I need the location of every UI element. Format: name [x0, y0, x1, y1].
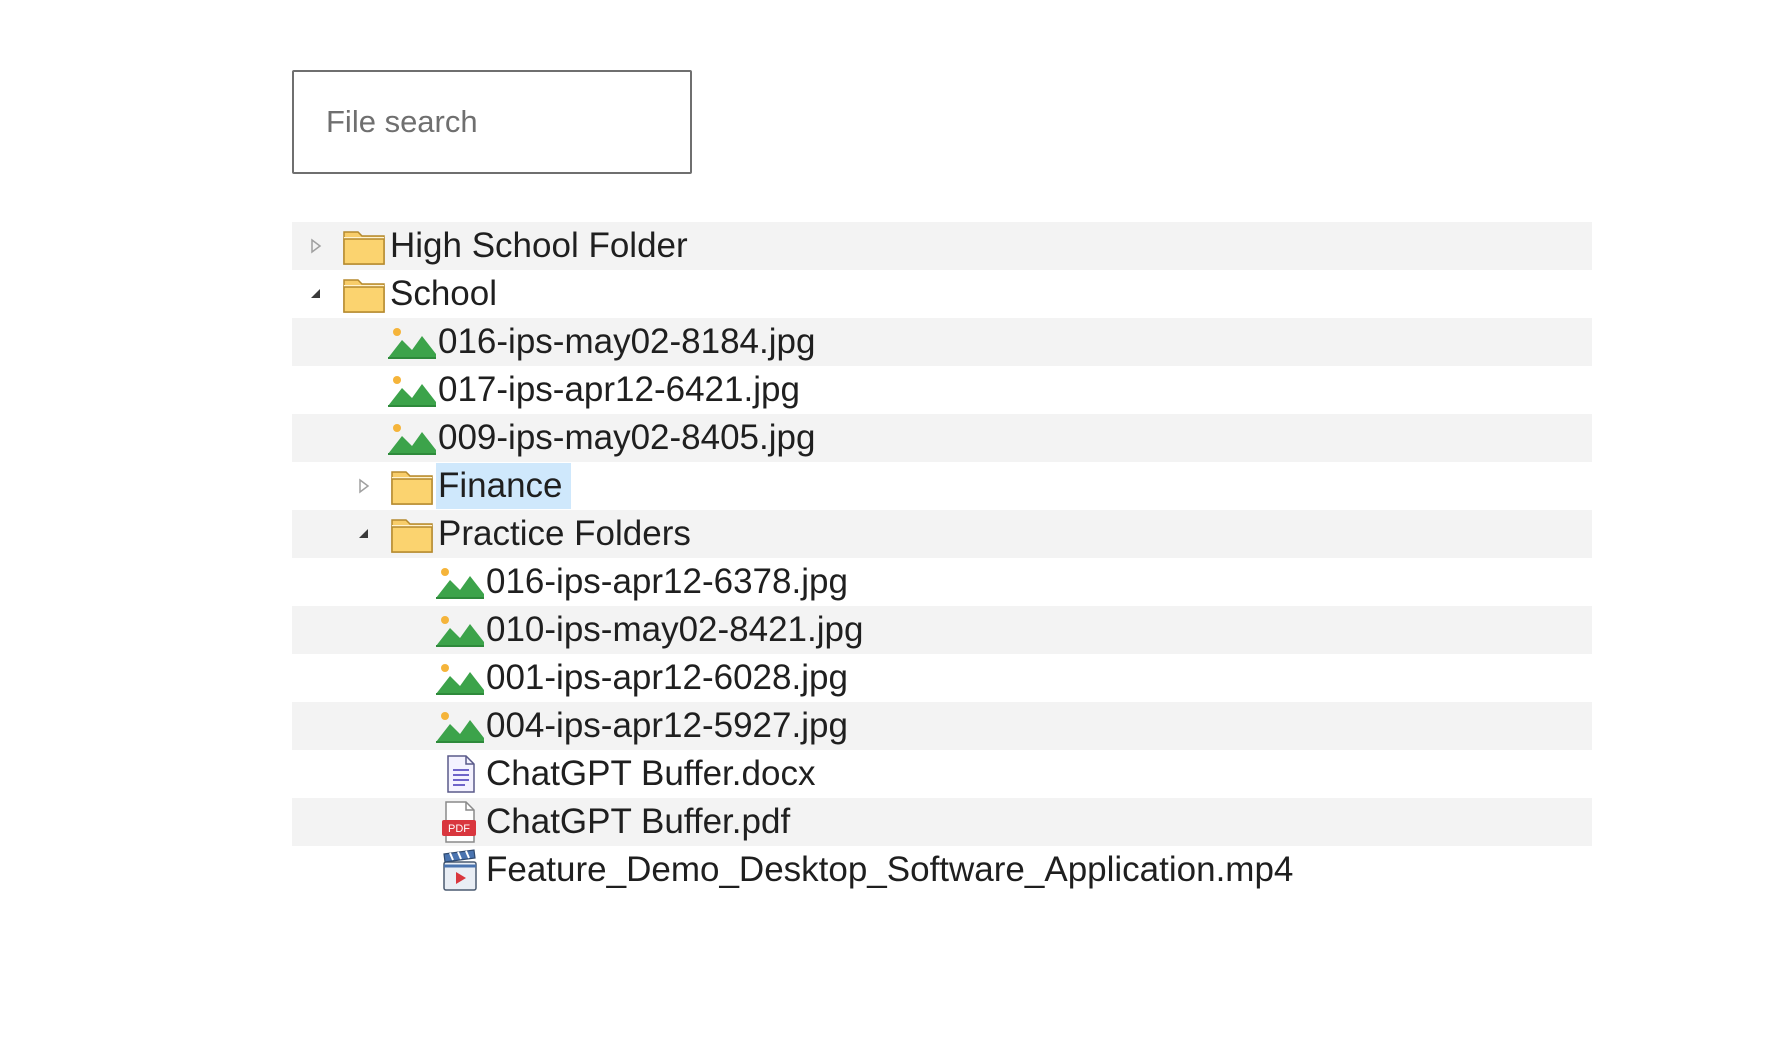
tree-item-label: Finance: [436, 463, 571, 509]
image-file-icon: [436, 606, 484, 654]
pdf-file-icon: PDF: [436, 798, 484, 846]
tree-item-label: 010-ips-may02-8421.jpg: [486, 610, 864, 649]
tree-row-finance[interactable]: Finance: [292, 462, 1592, 510]
tree-row-file[interactable]: 004-ips-apr12-5927.jpg: [292, 702, 1592, 750]
folder-icon: [340, 222, 388, 270]
tree-item-label: 016-ips-may02-8184.jpg: [438, 322, 816, 361]
tree-row-file[interactable]: 009-ips-may02-8405.jpg: [292, 414, 1592, 462]
image-file-icon: [388, 318, 436, 366]
expand-arrow-icon[interactable]: [346, 462, 382, 510]
collapse-arrow-icon[interactable]: [346, 510, 382, 558]
tree-item-label: 009-ips-may02-8405.jpg: [438, 418, 816, 457]
folder-icon: [340, 270, 388, 318]
document-file-icon: [436, 750, 484, 798]
image-file-icon: [388, 414, 436, 462]
tree-row-file[interactable]: 017-ips-apr12-6421.jpg: [292, 366, 1592, 414]
folder-icon: [388, 462, 436, 510]
video-file-icon: [436, 846, 484, 894]
tree-row-file[interactable]: 001-ips-apr12-6028.jpg: [292, 654, 1592, 702]
tree-item-label: ChatGPT Buffer.pdf: [486, 802, 791, 841]
tree-row-file[interactable]: 010-ips-may02-8421.jpg: [292, 606, 1592, 654]
tree-item-label: 017-ips-apr12-6421.jpg: [438, 370, 800, 409]
tree-item-label: High School Folder: [390, 226, 688, 265]
tree-row-school[interactable]: School: [292, 270, 1592, 318]
file-tree: High School Folder School 016-ips-may02-…: [292, 222, 1592, 894]
image-file-icon: [436, 702, 484, 750]
collapse-arrow-icon[interactable]: [298, 270, 334, 318]
expand-arrow-icon[interactable]: [298, 222, 334, 270]
image-file-icon: [388, 366, 436, 414]
tree-row-practice-folders[interactable]: Practice Folders: [292, 510, 1592, 558]
image-file-icon: [436, 654, 484, 702]
tree-row-file[interactable]: 016-ips-may02-8184.jpg: [292, 318, 1592, 366]
image-file-icon: [436, 558, 484, 606]
file-search-input[interactable]: [292, 70, 692, 174]
tree-item-label: School: [390, 274, 498, 313]
pdf-badge-text: PDF: [448, 823, 470, 835]
tree-item-label: ChatGPT Buffer.docx: [486, 754, 816, 793]
tree-row-file[interactable]: Feature_Demo_Desktop_Software_Applicatio…: [292, 846, 1592, 894]
folder-icon: [388, 510, 436, 558]
tree-row-file[interactable]: ChatGPT Buffer.docx: [292, 750, 1592, 798]
tree-row-file[interactable]: PDF ChatGPT Buffer.pdf: [292, 798, 1592, 846]
tree-item-label: 001-ips-apr12-6028.jpg: [486, 658, 848, 697]
tree-item-label: 016-ips-apr12-6378.jpg: [486, 562, 848, 601]
tree-row-file[interactable]: 016-ips-apr12-6378.jpg: [292, 558, 1592, 606]
tree-item-label: Practice Folders: [438, 514, 691, 553]
tree-row-high-school-folder[interactable]: High School Folder: [292, 222, 1592, 270]
tree-item-label: 004-ips-apr12-5927.jpg: [486, 706, 848, 745]
tree-item-label: Feature_Demo_Desktop_Software_Applicatio…: [486, 850, 1294, 889]
